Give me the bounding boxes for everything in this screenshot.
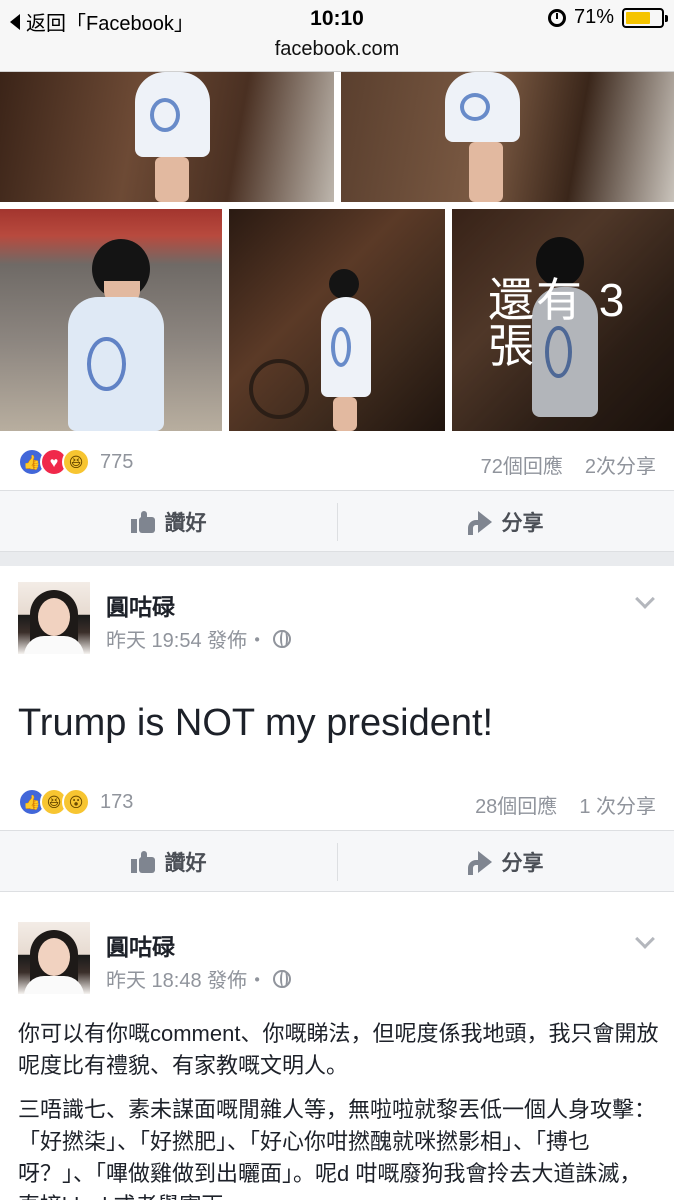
haha-reaction-icon: 😆: [62, 448, 90, 476]
status-bar: 返回「Facebook」 10:10 71%: [0, 0, 674, 38]
photo-1[interactable]: [0, 72, 334, 202]
share-label: 分享: [501, 512, 544, 535]
reactions-summary[interactable]: 👍 ♥ 😆 775: [18, 448, 133, 476]
avatar[interactable]: [18, 922, 90, 994]
post-meta: 昨天 18:48 發佈・: [106, 964, 292, 993]
like-button[interactable]: 讚好: [0, 491, 337, 553]
battery-icon: [622, 7, 668, 28]
stat-right: 28個回應 1 次分享: [475, 790, 656, 819]
share-button[interactable]: 分享: [337, 491, 674, 553]
bicycle-wheel: [249, 359, 309, 419]
post-paragraph-2: 三唔識七、素未謀面嘅閒雜人等，無啦啦就黎丟低一個人身攻擊：「好撚柒」、「好撚肥」…: [18, 1097, 657, 1200]
share-label: 分享: [501, 852, 544, 875]
reaction-count: 775: [100, 450, 134, 473]
post-1-stats: 👍 😆 😮 173 28個回應 1 次分享: [0, 774, 674, 830]
avatar[interactable]: [18, 582, 90, 654]
stat-right: 72個回應 2次分享: [481, 450, 656, 479]
alarm-icon: [547, 8, 566, 27]
photo-3[interactable]: [0, 209, 222, 431]
like-button[interactable]: 讚好: [0, 831, 337, 893]
share-arrow-icon: [467, 511, 492, 535]
share-arrow-icon: [467, 851, 492, 875]
post-paragraph-1: 你可以有你嘅comment、你嘅睇法，但呢度係我地頭，我只會開放呢度比有禮貌、有…: [18, 1021, 659, 1078]
photo-2[interactable]: [341, 72, 674, 202]
post-time[interactable]: 昨天 19:54 發佈・: [106, 624, 267, 653]
chevron-down-icon[interactable]: [635, 929, 655, 949]
photo-grid: 還有 3 張: [0, 72, 674, 434]
reactions-summary[interactable]: 👍 😆 😮 173: [18, 788, 133, 816]
globe-icon: [273, 969, 292, 988]
post-1-actions: 讚好 分享: [0, 830, 674, 892]
photo-post-actions: 讚好 分享: [0, 490, 674, 552]
post-meta: 昨天 19:54 發佈・: [106, 624, 292, 653]
post-time[interactable]: 昨天 18:48 發佈・: [106, 964, 267, 993]
thumbs-up-icon: [130, 851, 155, 873]
reaction-count: 173: [100, 790, 134, 813]
url-text: facebook.com: [274, 38, 400, 60]
thumbs-up-icon: [130, 511, 155, 533]
globe-icon: [273, 629, 292, 648]
shares-count[interactable]: 2次分享: [585, 450, 656, 479]
photo-4[interactable]: [229, 209, 445, 431]
battery-percent: 71%: [573, 6, 614, 28]
photo-post-stats: 👍 ♥ 😆 775 72個回應 2次分享: [0, 434, 674, 490]
url-bar[interactable]: facebook.com: [0, 38, 674, 72]
photo-5[interactable]: 還有 3 張: [452, 209, 674, 431]
author-name[interactable]: 圓咕碌: [106, 588, 175, 622]
comments-count[interactable]: 28個回應: [475, 790, 557, 819]
like-label: 讚好: [164, 852, 207, 875]
post-2: 圓咕碌 昨天 18:48 發佈・ 你可以有你嘅comment、你嘅睇法，但呢度係…: [0, 906, 674, 1200]
wow-reaction-icon: 😮: [62, 788, 90, 816]
like-label: 讚好: [164, 512, 207, 535]
more-photos-label: 還有 3 張: [488, 274, 627, 372]
page: 返回「Facebook」 10:10 71% facebook.com 還有 3…: [0, 0, 674, 1200]
shares-count[interactable]: 1 次分享: [579, 790, 656, 819]
post-text: Trump is NOT my president!: [18, 702, 494, 744]
chevron-down-icon[interactable]: [635, 589, 655, 609]
status-right: 71%: [547, 6, 668, 29]
share-button[interactable]: 分享: [337, 831, 674, 893]
comments-count[interactable]: 72個回應: [481, 450, 563, 479]
author-name[interactable]: 圓咕碌: [106, 928, 175, 962]
